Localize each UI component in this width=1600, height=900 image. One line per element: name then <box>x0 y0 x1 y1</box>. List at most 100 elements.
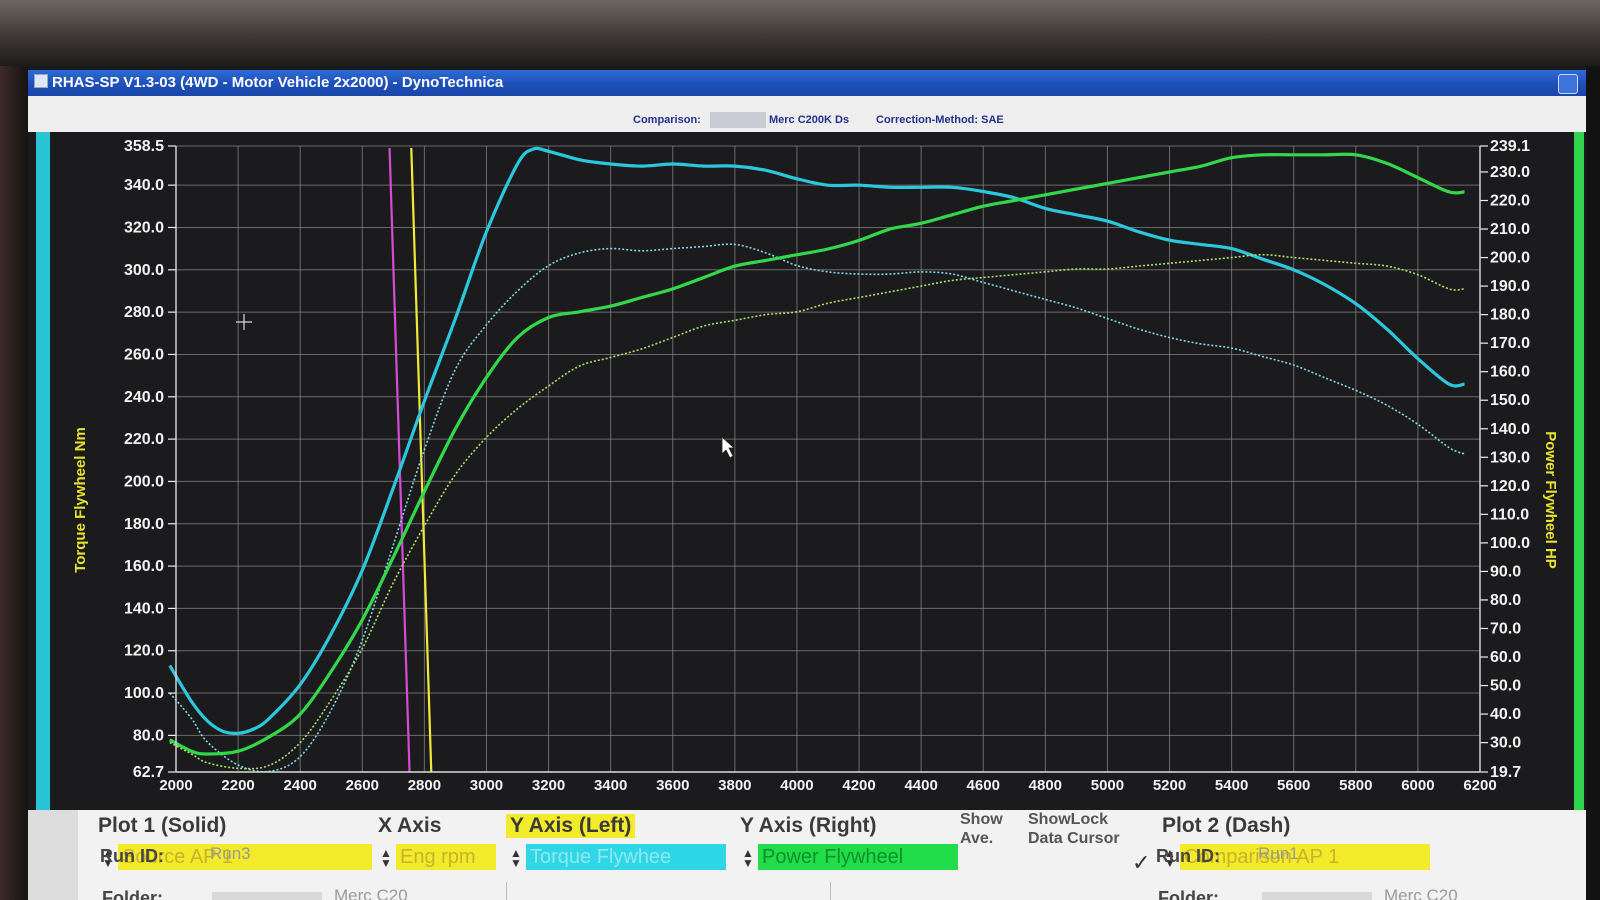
y-right-tick-label: 230.0 <box>1490 164 1530 181</box>
comparison-info-bar: Comparison: Merc C200K Ds Correction-Met… <box>28 96 1586 132</box>
right-axis-color-strip <box>1574 132 1584 810</box>
x-tick-label: 2600 <box>346 777 379 794</box>
dyno-chart[interactable]: 2000 2200 2400 2600 2800 3000 3200 3400 3600 3800… <box>28 132 1586 810</box>
y-axis-left-label: Torque Flywheel Nm <box>72 427 89 573</box>
x-tick-label: 4000 <box>780 777 813 794</box>
y-right-tick-label: 140.0 <box>1490 421 1530 438</box>
plot2-run-id-label: Run ID: <box>1156 846 1220 866</box>
comparison-blurred-field <box>710 112 766 128</box>
plot1-folder-value: Merc C20 <box>334 886 408 900</box>
y-left-tick-label: 240.0 <box>124 389 164 406</box>
y-left-tick-label: 200.0 <box>124 473 164 490</box>
y-right-tick-label: 60.0 <box>1490 649 1521 666</box>
y-right-spinner-icon[interactable]: ▲ ▼ <box>742 847 754 869</box>
y-axis-left-header: Y Axis (Left) <box>506 814 636 838</box>
y-right-tick-label: 19.7 <box>1490 764 1521 781</box>
y-right-tick-label: 210.0 <box>1490 221 1530 238</box>
x-tick-label: 5800 <box>1339 777 1372 794</box>
x-tick-label: 4800 <box>1029 777 1062 794</box>
monitor-bezel-top <box>0 0 1600 66</box>
monitor-bezel-left <box>0 66 28 900</box>
y-axis-right-label: Power Flywheel HP <box>1542 431 1559 569</box>
monitor-bezel-right <box>1586 66 1600 900</box>
divider <box>506 882 507 900</box>
y-left-tick-label: 120.0 <box>124 643 164 660</box>
plot1-folder-blur <box>212 892 322 900</box>
y-right-tick-label: 90.0 <box>1490 563 1521 580</box>
x-tick-label: 2000 <box>159 777 192 794</box>
title-bar[interactable]: RHAS-SP V1.3-03 (4WD - Motor Vehicle 2x2… <box>28 70 1586 96</box>
y-left-tick-label: 180.0 <box>124 516 164 533</box>
x-axis-spinner-icon[interactable]: ▲ ▼ <box>380 847 392 869</box>
x-tick-label: 5400 <box>1215 777 1248 794</box>
y-right-tick-label: 80.0 <box>1490 592 1521 609</box>
y-right-tick-label: 110.0 <box>1490 506 1529 523</box>
plot2-folder-value: Merc C20 <box>1384 886 1458 900</box>
plot1-run-id-value: Run3 <box>210 844 251 863</box>
window-title: RHAS-SP V1.3-03 (4WD - Motor Vehicle 2x2… <box>52 74 504 91</box>
app-icon <box>34 74 48 88</box>
y-right-tick-label: 180.0 <box>1490 307 1530 324</box>
x-tick-label: 5600 <box>1277 777 1310 794</box>
y-axis-right-header: Y Axis (Right) <box>740 814 877 837</box>
y-left-tick-label: 160.0 <box>124 558 164 575</box>
x-axis-header: X Axis <box>378 814 442 837</box>
power-dashed-line <box>169 253 1465 770</box>
maximize-button[interactable] <box>1558 74 1578 94</box>
cursor-markers <box>388 147 433 773</box>
x-tick-label: 4200 <box>842 777 875 794</box>
y-left-spinner-icon[interactable]: ▲ ▼ <box>510 847 522 869</box>
y-left-tick-label: 220.0 <box>124 431 164 448</box>
y-right-tick-label: 120.0 <box>1490 478 1530 495</box>
chart-axes: 2000 2200 2400 2600 2800 3000 3200 3400 3600 3800… <box>124 138 1530 794</box>
x-tick-label: 3200 <box>532 777 565 794</box>
y-right-tick-label: 239.1 <box>1490 138 1530 155</box>
plot1-run-id-label: Run ID: <box>100 846 164 866</box>
y-right-tick-label: 130.0 <box>1490 449 1530 466</box>
y-left-tick-label: 62.7 <box>133 764 164 781</box>
x-tick-label: 3400 <box>594 777 627 794</box>
plot1-folder-label: Folder: <box>102 888 163 900</box>
dyno-graph-area[interactable]: 2000 2200 2400 2600 2800 3000 3200 3400 3600 3800… <box>28 132 1586 810</box>
plot2-header: Plot 2 (Dash) <box>1162 814 1291 837</box>
y-right-tick-label: 190.0 <box>1490 278 1530 295</box>
app-window: RHAS-SP V1.3-03 (4WD - Motor Vehicle 2x2… <box>28 70 1586 900</box>
x-tick-label: 3600 <box>656 777 689 794</box>
x-tick-label: 3800 <box>718 777 751 794</box>
y-left-tick-label: 300.0 <box>124 262 164 279</box>
y-axis-left-select[interactable]: Torque Flywhee <box>526 844 726 870</box>
y-left-tick-label: 260.0 <box>124 346 164 363</box>
y-left-tick-label: 340.0 <box>124 177 164 194</box>
y-left-tick-label: 100.0 <box>124 685 164 702</box>
y-left-tick-label: 80.0 <box>133 727 164 744</box>
power-solid-line <box>169 152 1465 756</box>
y-right-tick-label: 50.0 <box>1490 678 1521 695</box>
y-right-tick-label: 40.0 <box>1490 706 1521 723</box>
x-tick-label: 4600 <box>967 777 1000 794</box>
x-tick-label: 5000 <box>1091 777 1124 794</box>
y-left-tick-label: 320.0 <box>124 219 164 236</box>
x-tick-label: 3000 <box>470 777 503 794</box>
x-axis-select[interactable]: Eng rpm <box>396 844 496 870</box>
x-tick-label: 2400 <box>284 777 317 794</box>
comparison-value: Merc C200K Ds <box>769 114 850 126</box>
y-left-tick-label: 280.0 <box>124 304 164 321</box>
show-lock-data-cursor-label: ShowLock Data Cursor <box>1028 811 1120 847</box>
chart-series <box>168 146 1465 773</box>
y-left-tick-label: 358.5 <box>124 138 164 155</box>
y-right-tick-label: 150.0 <box>1490 392 1530 409</box>
comparison-label: Comparison: <box>633 114 701 126</box>
y-right-tick-label: 70.0 <box>1490 620 1521 637</box>
divider <box>830 882 831 900</box>
plot1-header: Plot 1 (Solid) <box>98 814 227 837</box>
y-right-tick-label: 160.0 <box>1490 364 1530 381</box>
y-axis-right-select[interactable]: Power Flywheel <box>758 844 958 870</box>
mouse-pointer-icon <box>721 436 736 459</box>
x-tick-label: 6000 <box>1401 777 1434 794</box>
y-right-tick-label: 200.0 <box>1490 250 1530 267</box>
x-tick-label: 2800 <box>408 777 441 794</box>
x-tick-label: 5200 <box>1153 777 1186 794</box>
left-axis-color-strip <box>36 132 50 810</box>
lock-data-cursor-checkbox[interactable]: ✓ <box>1132 850 1150 876</box>
chart-grid <box>175 145 1481 773</box>
